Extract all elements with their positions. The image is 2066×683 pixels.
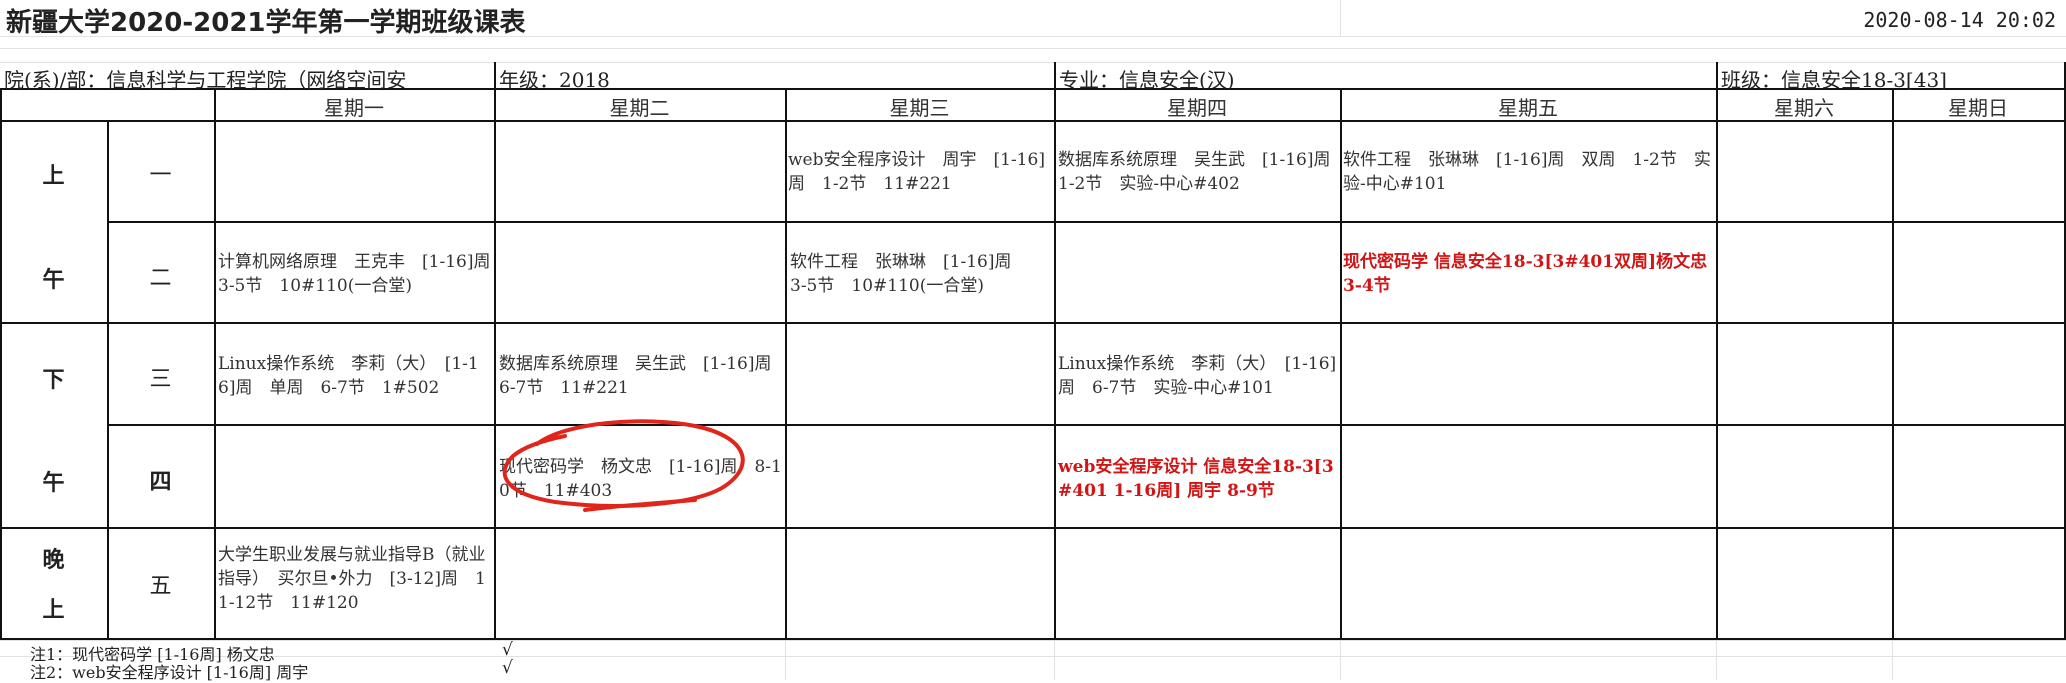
- day-header-thu: 星期四: [1167, 96, 1227, 120]
- class-label: 班级：信息安全18-3[43]: [1721, 68, 1947, 92]
- slot-label-4: 四: [149, 469, 172, 495]
- period-morning-char-1: 上: [42, 163, 65, 189]
- period-afternoon-char-2: 午: [42, 470, 65, 496]
- generated-timestamp: 2020-08-14 20:02: [1863, 8, 2056, 32]
- course-cell-mon-5: 大学生职业发展与就业指导B（就业指导） 买尔旦•外力 [3-12]周 11-12…: [218, 545, 486, 613]
- course-cell-fri-1: 软件工程 张琳琳 [1-16]周 双周 1-2节 实验-中心#101: [1343, 150, 1711, 194]
- day-header-mon: 星期一: [324, 96, 384, 120]
- course-cell-mon-3: Linux操作系统 李莉（大） [1-16]周 单周 6-7节 1#502: [218, 354, 479, 398]
- day-header-tue: 星期二: [609, 96, 670, 120]
- period-morning-char-2: 午: [42, 267, 65, 293]
- course-cell-tue-3: 数据库系统原理 吴生武 [1-16]周 6-7节 11#221: [499, 354, 783, 398]
- slot-label-2: 二: [149, 266, 172, 291]
- day-header-fri: 星期五: [1498, 96, 1558, 120]
- course-cell-wed-1: web安全程序设计 周宇 [1-16]周 1-2节 11#221: [788, 150, 1045, 194]
- course-cell-wed-2: 软件工程 张琳琳 [1-16]周 3-5节 10#110(一合堂): [790, 252, 1046, 296]
- department-label: 院(系)/部：信息科学与工程学院（网络空间安: [4, 68, 407, 92]
- slot-label-3: 三: [149, 367, 172, 392]
- course-cell-thu-1: 数据库系统原理 吴生武 [1-16]周 1-2节 实验-中心#402: [1058, 150, 1338, 194]
- page-title: 新疆大学2020-2021学年第一学期班级课表: [6, 8, 526, 38]
- day-header-wed: 星期三: [889, 96, 950, 120]
- period-evening-char-1: 晚: [42, 547, 65, 573]
- course-cell-thu-3: Linux操作系统 李莉（大） [1-16]周 6-7节 实验-中心#101: [1058, 354, 1337, 398]
- course-cell-thu-4: web安全程序设计 信息安全18-3[3#401 1-16周] 周宇 8-9节: [1058, 457, 1334, 501]
- period-afternoon-char-1: 下: [42, 367, 65, 393]
- slot-label-1: 一: [149, 163, 172, 188]
- day-header-sun: 星期日: [1948, 96, 2008, 120]
- day-header-sat: 星期六: [1774, 96, 1834, 120]
- period-evening-char-2: 上: [42, 597, 65, 623]
- footnote-2-check: √: [502, 658, 513, 678]
- major-label: 专业：信息安全(汉): [1059, 68, 1235, 92]
- slot-label-5: 五: [149, 574, 172, 599]
- course-cell-mon-2: 计算机网络原理 王克丰 [1-16]周 3-5节 10#110(一合堂): [218, 252, 492, 296]
- footnote-1-check: √: [502, 640, 513, 660]
- grade-label: 年级：2018: [499, 68, 610, 92]
- annotation-circle: [502, 419, 745, 512]
- footnote-2: 注2：web安全程序设计 [1-16周] 周宇: [30, 663, 309, 682]
- course-cell-fri-2: 现代密码学 信息安全18-3[3#401双周]杨文忠 3-4节: [1343, 252, 1708, 296]
